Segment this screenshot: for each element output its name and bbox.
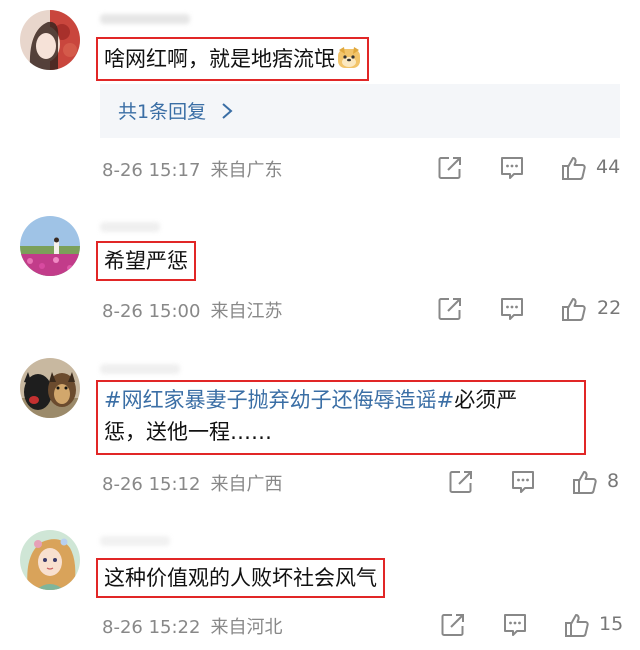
- comment-icon[interactable]: [510, 469, 536, 495]
- thumbs-up-icon[interactable]: [572, 469, 598, 495]
- like-count: 15: [599, 613, 624, 635]
- comment-text: 希望严惩: [104, 249, 188, 273]
- avatar[interactable]: [20, 10, 80, 70]
- comment-text: 这种价值观的人败坏社会风气: [104, 566, 377, 590]
- like-count: 44: [596, 156, 621, 178]
- avatar[interactable]: [20, 530, 80, 590]
- comment-meta: 8-26 15:12 来自广西: [102, 470, 282, 496]
- comment-meta: 8-26 15:17 来自广东: [102, 156, 282, 182]
- reply-link-box[interactable]: 共1条回复: [100, 84, 620, 138]
- comment-item: 这种价值观的人败坏社会风气 8-26 15:22 来自河北 15: [0, 520, 640, 650]
- comment-location: 来自广东: [210, 160, 283, 181]
- comment-time: 8-26 15:12: [102, 474, 201, 495]
- comment-item: 啥网红啊，就是地痞流氓 共1条回复 8-26 15:17 来自广东 44: [0, 0, 640, 190]
- share-icon[interactable]: [440, 612, 466, 638]
- comment-text-highlighted: #网红家暴妻子抛弃幼子还侮辱造谣#必须严 惩，送他一程……: [96, 380, 586, 455]
- comment-text-highlighted: 这种价值观的人败坏社会风气: [96, 558, 385, 598]
- comment-time: 8-26 15:00: [102, 301, 201, 322]
- comment-time: 8-26 15:22: [102, 617, 201, 638]
- comment-item: #网红家暴妻子抛弃幼子还侮辱造谣#必须严 惩，送他一程…… 8-26 15:12…: [0, 340, 640, 520]
- comment-icon[interactable]: [499, 155, 525, 181]
- avatar[interactable]: [20, 358, 80, 418]
- comment-text: 啥网红啊，就是地痞流氓: [104, 47, 335, 71]
- thumbs-up-icon[interactable]: [561, 296, 587, 322]
- reply-count-link[interactable]: 共1条回复: [118, 97, 206, 124]
- comment-meta: 8-26 15:00 来自江苏: [102, 297, 282, 323]
- topic-hashtag-link[interactable]: #网红家暴妻子抛弃幼子还侮辱造谣#: [104, 388, 454, 412]
- username-redacted: [100, 222, 160, 232]
- share-icon[interactable]: [437, 296, 463, 322]
- share-icon[interactable]: [437, 155, 463, 181]
- comment-time: 8-26 15:17: [102, 160, 201, 181]
- share-icon[interactable]: [448, 469, 474, 495]
- username-redacted: [100, 364, 180, 374]
- avatar[interactable]: [20, 216, 80, 276]
- thumbs-up-icon[interactable]: [561, 155, 587, 181]
- comment-location: 来自江苏: [210, 301, 283, 322]
- comment-meta: 8-26 15:22 来自河北: [102, 613, 282, 639]
- like-count: 22: [597, 297, 622, 319]
- comment-item: 希望严惩 8-26 15:00 来自江苏 22: [0, 190, 640, 340]
- username-redacted: [100, 14, 190, 24]
- comment-icon[interactable]: [502, 612, 528, 638]
- comment-text: 必须严: [454, 388, 518, 412]
- comment-text-highlighted: 希望严惩: [96, 241, 196, 281]
- comment-icon[interactable]: [499, 296, 525, 322]
- comment-text-line2: 惩，送他一程……: [104, 420, 272, 444]
- username-redacted: [100, 536, 170, 546]
- thumbs-up-icon[interactable]: [564, 612, 590, 638]
- comment-location: 来自广西: [210, 474, 283, 495]
- chevron-right-icon: [222, 103, 233, 119]
- comment-location: 来自河北: [210, 617, 283, 638]
- like-count: 8: [607, 470, 620, 492]
- comment-text-highlighted: 啥网红啊，就是地痞流氓: [96, 37, 369, 81]
- dog-face-emoji-icon: [337, 46, 361, 70]
